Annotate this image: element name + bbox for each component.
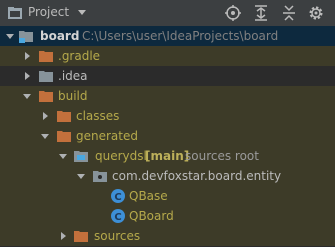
- folder-label: build: [58, 89, 88, 103]
- excluded-folder-icon: [57, 111, 71, 122]
- folder-label: .gradle: [58, 49, 101, 63]
- excluded-folder-icon: [57, 131, 71, 142]
- tree-row-build[interactable]: build: [0, 86, 335, 106]
- svg-text:C: C: [114, 192, 121, 203]
- folder-label: sources: [94, 229, 141, 243]
- chevron-right-icon[interactable]: [22, 51, 32, 61]
- tree-row-qbase[interactable]: C QBase: [0, 186, 335, 206]
- package-label: com.devfoxstar.board.entity: [112, 169, 282, 183]
- package-icon: [93, 171, 107, 182]
- svg-text:C: C: [114, 212, 121, 223]
- file-label: QBoard: [129, 209, 174, 223]
- class-icon: C: [111, 189, 125, 203]
- excluded-folder-icon: [74, 231, 88, 242]
- chevron-right-icon[interactable]: [22, 71, 32, 81]
- chevron-down-icon[interactable]: [22, 91, 32, 101]
- locate-icon[interactable]: [224, 4, 242, 22]
- chevron-right-icon[interactable]: [58, 231, 68, 241]
- chevron-right-icon[interactable]: [40, 111, 50, 121]
- settings-icon[interactable]: [307, 4, 325, 22]
- project-icon: [8, 7, 22, 19]
- excluded-folder-icon: [39, 91, 53, 102]
- tree-row-idea[interactable]: .idea: [0, 66, 335, 86]
- module-tag: [main]: [145, 149, 190, 163]
- tree-row-classes[interactable]: classes: [0, 106, 335, 126]
- tree-row-sources[interactable]: sources: [0, 226, 335, 246]
- dropdown-icon[interactable]: [77, 8, 87, 16]
- chevron-down-icon[interactable]: [58, 151, 68, 161]
- folder-label: .idea: [58, 69, 88, 83]
- source-root-folder-icon: [74, 151, 88, 162]
- tree-row-querydsl[interactable]: querydsl [main] sources root: [0, 146, 335, 166]
- folder-label: generated: [76, 129, 138, 143]
- chevron-down-icon[interactable]: [40, 131, 50, 141]
- tree-row-board[interactable]: board C:\Users\user\IdeaProjects\board: [0, 26, 335, 46]
- project-tree: board C:\Users\user\IdeaProjects\board .…: [0, 26, 335, 247]
- chevron-down-icon[interactable]: [5, 31, 15, 41]
- folder-icon: [39, 71, 53, 82]
- folder-label: classes: [76, 109, 120, 123]
- source-root-label: sources root: [185, 149, 259, 163]
- folder-label: querydsl: [95, 149, 147, 163]
- tool-window-title[interactable]: Project: [28, 5, 69, 19]
- project-tool-window-header: Project: [0, 0, 335, 26]
- tree-row-gradle[interactable]: .gradle: [0, 46, 335, 66]
- root-path: C:\Users\user\IdeaProjects\board: [82, 29, 279, 43]
- tree-row-package[interactable]: com.devfoxstar.board.entity: [0, 166, 335, 186]
- excluded-folder-icon: [39, 51, 53, 62]
- module-folder-icon: [19, 31, 33, 43]
- chevron-down-icon[interactable]: [76, 171, 86, 181]
- collapse-all-icon[interactable]: [280, 4, 298, 22]
- tree-row-generated[interactable]: generated: [0, 126, 335, 146]
- root-name: board: [40, 29, 80, 43]
- tree-row-qboard[interactable]: C QBoard: [0, 206, 335, 226]
- file-label: QBase: [129, 189, 168, 203]
- class-icon: C: [111, 209, 125, 223]
- expand-all-icon[interactable]: [252, 4, 270, 22]
